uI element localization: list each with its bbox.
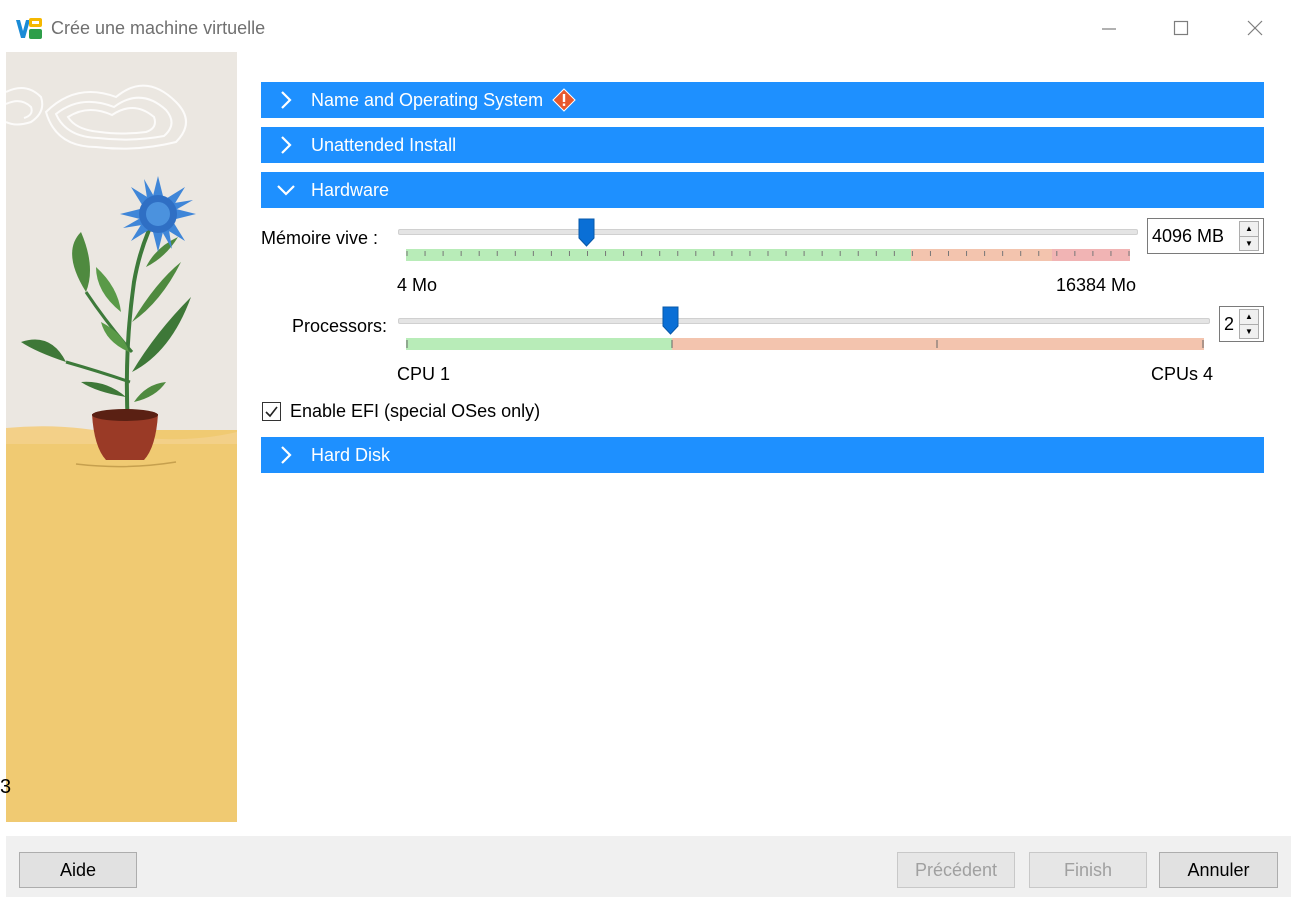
spin-up-icon[interactable]: ▲ — [1240, 310, 1258, 325]
processors-scale — [406, 338, 1204, 350]
processors-spinbox[interactable]: 2 ▲ ▼ — [1219, 306, 1264, 342]
memory-slider[interactable] — [398, 229, 1138, 235]
memory-slider-thumb[interactable] — [578, 218, 595, 247]
window-title: Crée une machine virtuelle — [51, 18, 266, 38]
maximize-icon[interactable] — [1158, 8, 1204, 48]
chevron-right-icon — [261, 82, 311, 118]
minimize-icon[interactable] — [1086, 8, 1132, 48]
spin-up-icon[interactable]: ▲ — [1240, 222, 1258, 237]
section-hardware[interactable]: Hardware — [261, 172, 1264, 208]
section-hard-disk[interactable]: Hard Disk — [261, 437, 1264, 473]
previous-button[interactable]: Précédent — [897, 852, 1015, 888]
processors-value[interactable]: 2 — [1220, 314, 1239, 335]
finish-button[interactable]: Finish — [1029, 852, 1147, 888]
efi-checkbox[interactable] — [262, 402, 281, 421]
stray-text: 3 — [0, 776, 12, 798]
spin-down-icon[interactable]: ▼ — [1240, 324, 1258, 338]
section-name-os-label: Name and Operating System — [311, 89, 544, 110]
section-hard-disk-label: Hard Disk — [311, 444, 391, 465]
help-button[interactable]: Aide — [19, 852, 137, 888]
plant-illustration — [6, 52, 237, 822]
spin-down-icon[interactable]: ▼ — [1240, 236, 1258, 250]
memory-max-label: 16384 Mo — [1056, 275, 1137, 295]
checkmark-icon — [265, 406, 278, 418]
memory-min-label: 4 Mo — [397, 275, 438, 295]
memory-spinbox[interactable]: 4096 MB ▲ ▼ — [1147, 218, 1264, 254]
chevron-down-icon — [261, 172, 311, 208]
memory-scale — [406, 249, 1130, 261]
processors-min-label: CPU 1 — [397, 364, 451, 384]
memory-value[interactable]: 4096 MB — [1148, 226, 1239, 247]
processors-slider[interactable] — [398, 318, 1210, 324]
processors-max-label: CPUs 4 — [1151, 364, 1214, 384]
section-unattended-install[interactable]: Unattended Install — [261, 127, 1264, 163]
wizard-illustration — [6, 52, 237, 822]
chevron-right-icon — [261, 437, 311, 473]
warning-icon — [552, 88, 576, 112]
memory-spin-arrows: ▲ ▼ — [1239, 221, 1259, 251]
efi-label: Enable EFI (special OSes only) — [290, 401, 541, 421]
section-name-os[interactable]: Name and Operating System — [261, 82, 1264, 118]
memory-label: Mémoire vive : — [261, 228, 379, 248]
close-icon[interactable] — [1232, 8, 1278, 48]
efi-option[interactable]: Enable EFI (special OSes only) — [262, 401, 540, 422]
cancel-button[interactable]: Annuler — [1159, 852, 1278, 888]
title-bar: Crée une machine virtuelle — [0, 0, 1291, 56]
section-hardware-label: Hardware — [311, 179, 390, 200]
virtualbox-icon — [16, 18, 42, 39]
processors-label: Processors: — [292, 316, 388, 336]
section-unattended-label: Unattended Install — [311, 134, 457, 155]
processors-slider-thumb[interactable] — [662, 306, 679, 335]
chevron-right-icon — [261, 127, 311, 163]
processors-spin-arrows: ▲ ▼ — [1239, 309, 1259, 339]
